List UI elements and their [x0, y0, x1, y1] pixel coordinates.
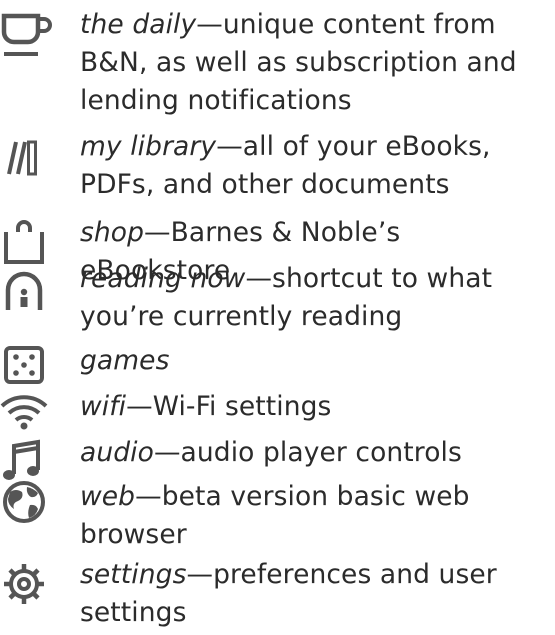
dice-icon	[4, 346, 44, 384]
item-term: reading now	[80, 263, 246, 294]
item-description: audio—audio player controls	[80, 434, 550, 472]
music-note-icon	[3, 439, 40, 480]
item-term: settings	[80, 559, 187, 590]
item-desc: —beta version basic web browser	[80, 481, 470, 550]
cup-icon	[1, 13, 52, 56]
item-term: games	[80, 345, 170, 376]
item-description: wifi—Wi-Fi settings	[80, 388, 550, 426]
item-description: web—beta version basic web browser	[80, 478, 550, 554]
item-term: audio	[80, 437, 154, 468]
reading-now-icon	[5, 271, 43, 310]
library-icon	[7, 140, 37, 176]
item-description: my library—all of your eBooks, PDFs, and…	[80, 128, 550, 204]
item-description: settings—preferences and user settings	[80, 556, 550, 632]
item-description: games	[80, 342, 550, 380]
item-term: wifi	[80, 391, 127, 422]
item-desc: —Wi-Fi settings	[126, 391, 332, 422]
item-desc: —audio player controls	[153, 437, 462, 468]
globe-icon	[3, 481, 45, 523]
wifi-icon	[0, 395, 48, 430]
menu-icon-legend: the daily—unique content from B&N, as we…	[0, 0, 555, 635]
item-term: web	[80, 481, 136, 512]
item-term: my library	[80, 131, 217, 162]
item-description: reading now—shortcut to what you’re curr…	[80, 260, 550, 336]
item-term: the daily	[80, 9, 197, 40]
shopping-bag-icon	[4, 220, 44, 264]
gear-icon	[4, 564, 44, 604]
item-description: the daily—unique content from B&N, as we…	[80, 6, 550, 120]
item-term: shop	[80, 217, 145, 248]
